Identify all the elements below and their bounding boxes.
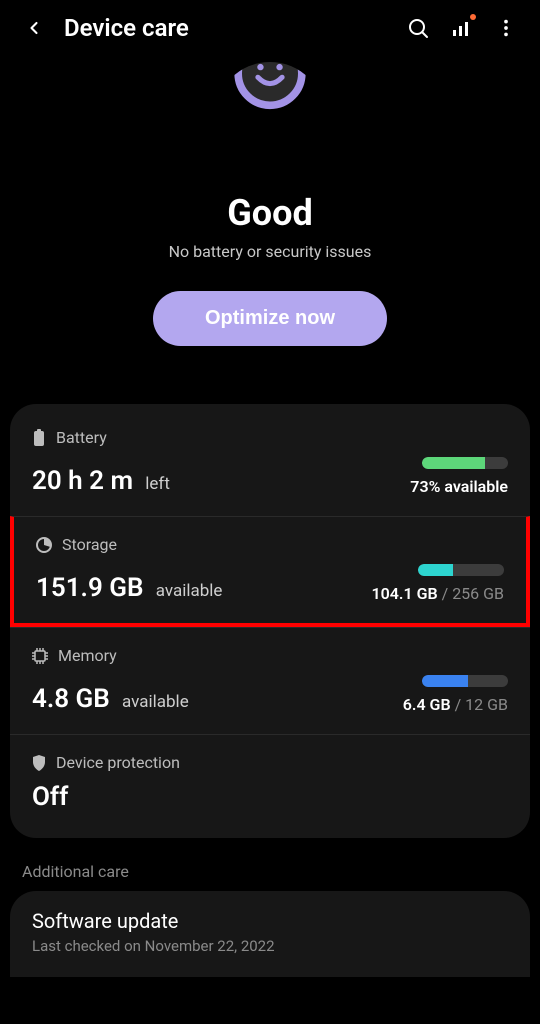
chevron-left-icon [24, 18, 44, 38]
software-update-subtitle: Last checked on November 22, 2022 [32, 937, 508, 955]
battery-label: Battery [56, 428, 107, 447]
signal-button[interactable] [448, 14, 476, 42]
protection-value: Off [32, 782, 508, 812]
software-update-title: Software update [32, 909, 508, 933]
app-header: Device care [0, 0, 540, 52]
notification-dot-icon [470, 14, 476, 20]
status-hero: Good No battery or security issues Optim… [0, 52, 540, 376]
optimize-button[interactable]: Optimize now [153, 291, 387, 346]
protection-label: Device protection [56, 753, 180, 772]
storage-value: 151.9 GB available [36, 573, 222, 603]
search-icon [406, 16, 430, 40]
additional-care-label: Additional care [0, 838, 540, 891]
memory-label: Memory [58, 646, 117, 665]
battery-bar [422, 457, 508, 469]
memory-usage: 6.4 GB / 12 GB [403, 695, 508, 714]
storage-label: Storage [62, 535, 117, 554]
more-vertical-icon [495, 17, 517, 39]
storage-usage: 104.1 GB / 256 GB [371, 584, 504, 603]
software-update-row[interactable]: Software update Last checked on November… [10, 891, 530, 977]
status-title: Good [0, 192, 540, 234]
metrics-card: Battery 20 h 2 m left 73% available Stor… [10, 404, 530, 838]
memory-row[interactable]: Memory 4.8 GB available 6.4 GB / 12 GB [10, 627, 530, 734]
storage-icon [36, 537, 52, 553]
status-subtitle: No battery or security issues [0, 242, 540, 261]
page-title: Device care [64, 14, 388, 42]
back-button[interactable] [20, 14, 48, 42]
more-button[interactable] [492, 14, 520, 42]
battery-row[interactable]: Battery 20 h 2 m left 73% available [10, 410, 530, 516]
smiley-icon [215, 62, 325, 132]
memory-value: 4.8 GB available [32, 684, 189, 714]
protection-row[interactable]: Device protection Off [10, 734, 530, 832]
battery-available: 73% available [410, 477, 508, 496]
memory-icon [32, 648, 48, 664]
storage-row[interactable]: Storage 151.9 GB available 104.1 GB / 25… [10, 516, 530, 627]
battery-icon [32, 429, 46, 447]
shield-icon [32, 755, 46, 771]
memory-bar [422, 675, 508, 687]
battery-value: 20 h 2 m left [32, 466, 170, 496]
search-button[interactable] [404, 14, 432, 42]
storage-bar [418, 564, 504, 576]
signal-icon [450, 16, 474, 40]
status-face [215, 62, 325, 172]
